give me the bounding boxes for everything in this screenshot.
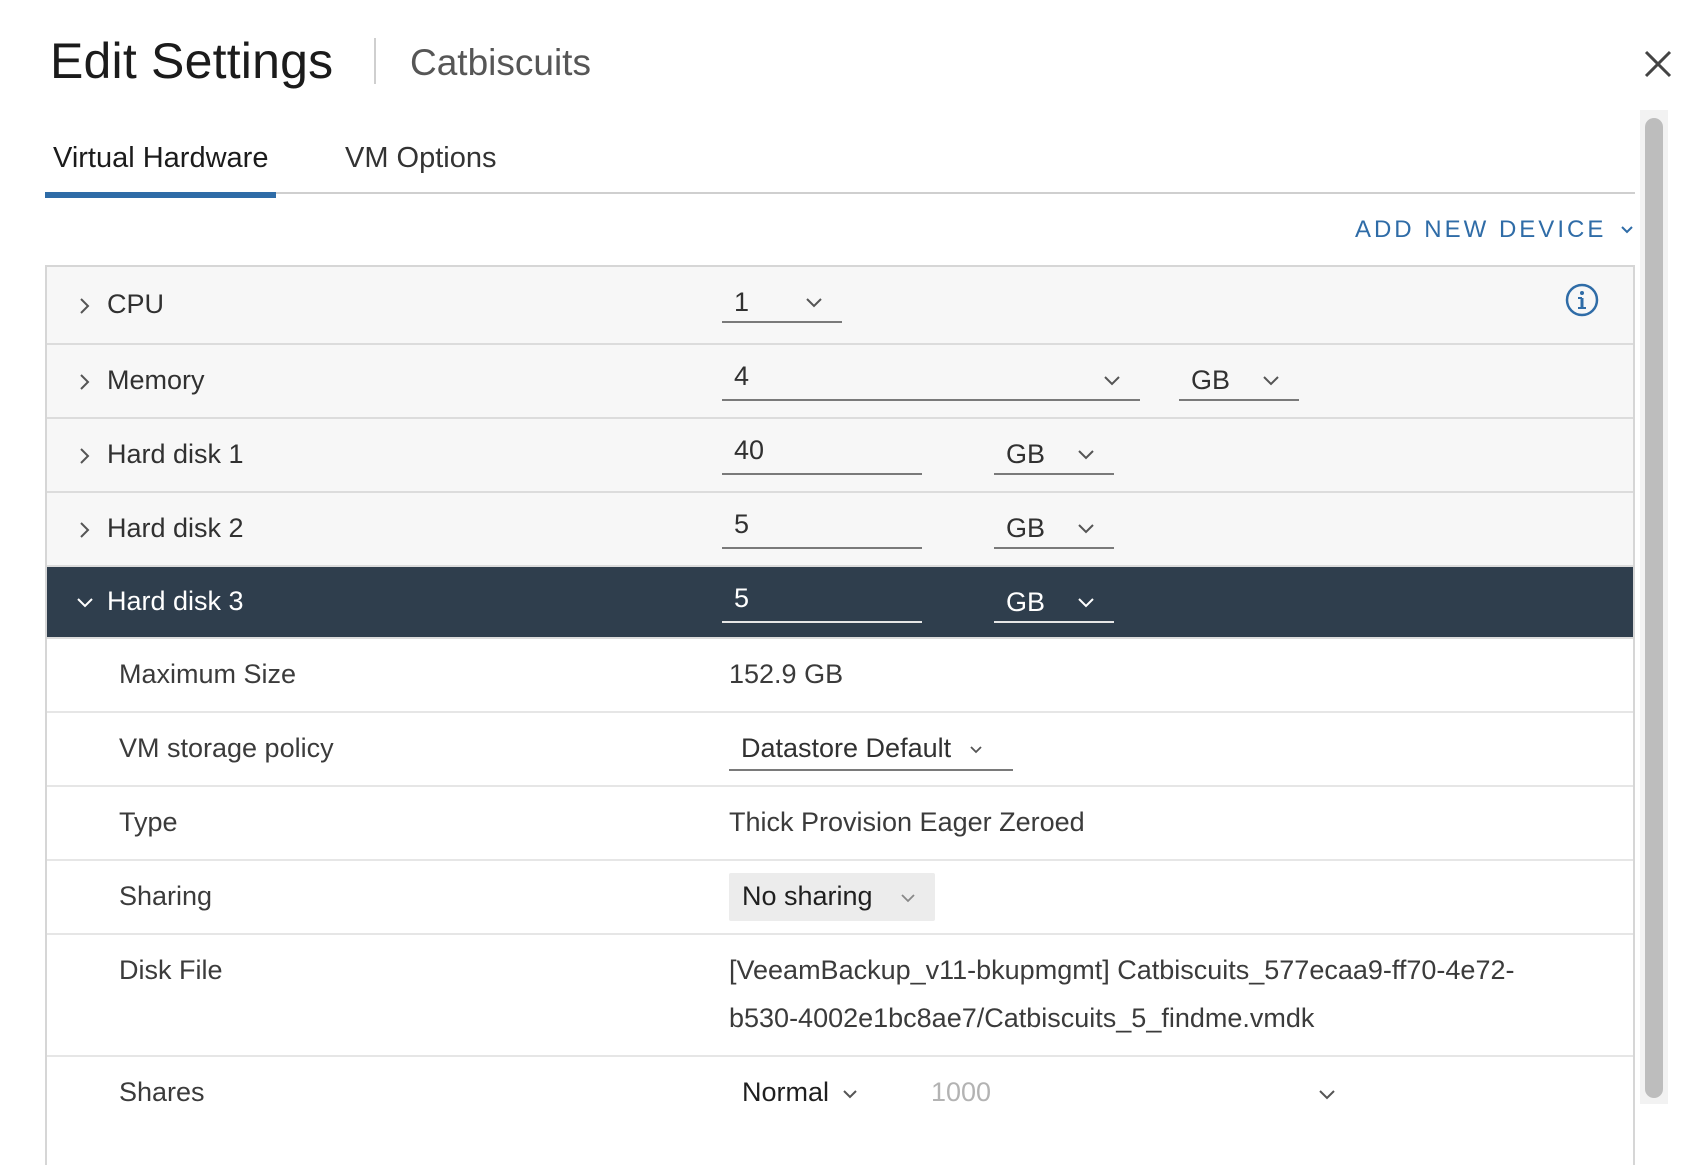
memory-unit-select[interactable]: GB — [1179, 359, 1299, 401]
chevron-down-icon — [1319, 1090, 1335, 1100]
vertical-scrollbar[interactable] — [1640, 110, 1668, 1104]
disk2-size-input[interactable]: 5 — [722, 503, 922, 549]
detail-row-storage-policy: VM storage policy Datastore Default — [47, 713, 1633, 787]
title-separator — [374, 38, 376, 84]
chevron-down-icon — [1621, 226, 1633, 234]
cpu-count-value: 1 — [734, 287, 750, 317]
add-new-device-button[interactable]: ADD NEW DEVICE — [1355, 216, 1634, 244]
chevron-down-icon — [843, 1090, 857, 1099]
disk1-size-input[interactable]: 40 — [722, 429, 922, 475]
detail-label: Type — [119, 807, 178, 837]
chevron-down-icon — [806, 298, 822, 308]
chevron-down-icon — [1263, 376, 1279, 386]
storage-policy-select[interactable]: Datastore Default — [729, 725, 1013, 771]
max-size-value: 152.9 GB — [729, 659, 844, 689]
cpu-count-select[interactable]: 1 — [722, 281, 842, 323]
detail-label: Shares — [119, 1077, 205, 1107]
tab-virtual-hardware[interactable]: Virtual Hardware — [45, 142, 277, 198]
detail-label: Maximum Size — [119, 659, 297, 689]
device-label: CPU — [107, 289, 165, 319]
tab-vm-options[interactable]: VM Options — [345, 142, 497, 175]
disk3-unit-select[interactable]: GB — [994, 581, 1114, 623]
dialog-header: Edit Settings Catbiscuits — [0, 0, 1704, 120]
chevron-right-icon[interactable] — [75, 520, 95, 540]
device-row-hard-disk-3[interactable]: Hard disk 3 5 GB — [47, 567, 1633, 639]
close-button[interactable] — [1638, 44, 1678, 84]
detail-label: Sharing — [119, 881, 213, 911]
device-label: Memory — [107, 365, 205, 395]
info-icon[interactable] — [1565, 283, 1599, 317]
add-device-label: ADD NEW DEVICE — [1354, 216, 1607, 243]
chevron-right-icon[interactable] — [75, 296, 95, 316]
tab-bar: Virtual Hardware VM Options — [45, 130, 1635, 198]
active-tab-indicator — [45, 192, 277, 198]
detail-row-max-size: Maximum Size 152.9 GB — [47, 639, 1633, 713]
disk2-unit-value: GB — [1006, 513, 1046, 543]
device-label: Hard disk 3 — [107, 586, 244, 616]
close-icon — [1644, 50, 1672, 78]
device-row-cpu[interactable]: CPU 1 — [47, 267, 1633, 345]
storage-policy-value: Datastore Default — [741, 733, 952, 763]
chevron-down-icon — [1078, 524, 1094, 534]
memory-unit-value: GB — [1191, 365, 1231, 395]
disk1-unit-select[interactable]: GB — [994, 433, 1114, 475]
sharing-value: No sharing — [742, 881, 873, 911]
scrollbar-thumb[interactable] — [1645, 118, 1663, 1098]
disk-file-path-line1: [VeeamBackup_v11-bkupmgmt] Catbiscuits_5… — [729, 955, 1515, 985]
detail-label: Disk File — [119, 955, 223, 985]
chevron-right-icon[interactable] — [75, 372, 95, 392]
vm-name: Catbiscuits — [410, 42, 591, 83]
disk1-size-value: 40 — [734, 435, 765, 465]
detail-row-shares: Shares Normal 1000 — [47, 1057, 1633, 1167]
tab-label: VM Options — [345, 142, 497, 174]
hardware-grid: CPU 1 Memory 4 GB Hard disk 1 40 GB Hard… — [45, 265, 1635, 1167]
detail-row-disk-file: Disk File [VeeamBackup_v11-bkupmgmt] Cat… — [47, 935, 1633, 1057]
chevron-down-icon[interactable] — [75, 593, 95, 613]
chevron-down-icon — [1078, 450, 1094, 460]
chevron-down-icon — [901, 894, 915, 903]
chevron-down-icon — [1104, 376, 1120, 386]
shares-level-value: Normal — [742, 1077, 830, 1107]
disk2-unit-select[interactable]: GB — [994, 507, 1114, 549]
memory-size-select[interactable]: 4 — [722, 355, 1140, 401]
tab-label: Virtual Hardware — [53, 142, 269, 174]
disk-file-path-line2: b530-4002e1bc8ae7/Catbiscuits_5_findme.v… — [729, 1003, 1315, 1033]
device-row-hard-disk-1[interactable]: Hard disk 1 40 GB — [47, 419, 1633, 493]
device-label: Hard disk 2 — [107, 513, 244, 543]
detail-row-type: Type Thick Provision Eager Zeroed — [47, 787, 1633, 861]
sharing-select[interactable]: No sharing — [729, 873, 935, 921]
disk-type-value: Thick Provision Eager Zeroed — [729, 807, 1085, 837]
disk3-size-input[interactable]: 5 — [722, 577, 922, 623]
device-label: Hard disk 1 — [107, 439, 244, 469]
device-row-hard-disk-2[interactable]: Hard disk 2 5 GB — [47, 493, 1633, 567]
shares-value-select[interactable]: 1000 — [917, 1069, 1347, 1115]
dialog-title: Edit Settings — [50, 33, 334, 89]
detail-row-sharing: Sharing No sharing — [47, 861, 1633, 935]
chevron-down-icon — [970, 746, 982, 754]
disk1-unit-value: GB — [1006, 439, 1046, 469]
chevron-down-icon — [1078, 598, 1094, 608]
shares-numeric-value: 1000 — [931, 1077, 992, 1107]
memory-size-value: 4 — [734, 361, 750, 391]
shares-level-select[interactable]: Normal — [729, 1069, 869, 1115]
disk3-size-value: 5 — [734, 583, 750, 613]
disk3-unit-value: GB — [1006, 587, 1046, 617]
chevron-right-icon[interactable] — [75, 446, 95, 466]
disk2-size-value: 5 — [734, 509, 750, 539]
device-row-memory[interactable]: Memory 4 GB — [47, 345, 1633, 419]
detail-label: VM storage policy — [119, 733, 334, 763]
